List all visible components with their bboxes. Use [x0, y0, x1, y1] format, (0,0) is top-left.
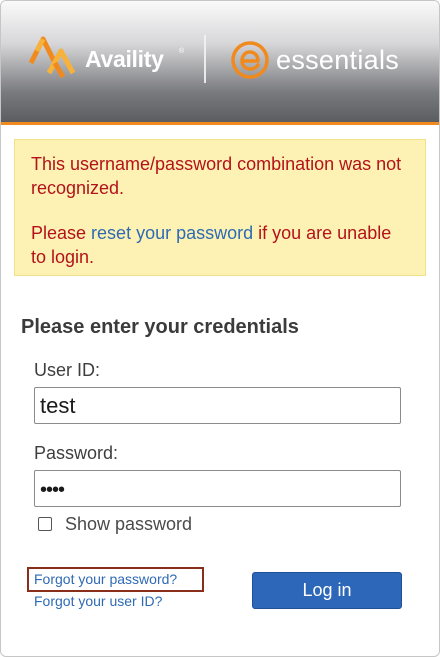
availity-brand: Availity ® — [27, 33, 185, 81]
user-id-label: User ID: — [34, 360, 101, 380]
user-id-input[interactable]: test — [34, 387, 401, 424]
forgot-user-id-link[interactable]: Forgot your user ID? — [34, 593, 162, 609]
essentials-logo-icon — [231, 41, 269, 79]
reset-instructions: Please reset your password if you are un… — [31, 221, 409, 269]
password-masked-value: •••• — [40, 479, 65, 501]
credentials-heading: Please enter your credentials — [21, 316, 299, 338]
error-message: This username/password combination was n… — [31, 154, 402, 198]
brand-header: Availity ® essentials — [1, 1, 439, 125]
brand-divider — [204, 35, 206, 83]
availity-logo-icon — [28, 36, 76, 79]
login-button[interactable]: Log in — [252, 572, 402, 609]
availity-wordmark: Availity — [85, 46, 164, 72]
reset-prefix-text: Please — [31, 223, 92, 243]
essentials-brand: essentials — [229, 39, 409, 85]
essentials-wordmark: essentials — [276, 45, 400, 75]
show-password-label: Show password — [65, 514, 193, 534]
login-panel: Availity ® essentials This username/pass… — [0, 0, 440, 657]
reset-password-link[interactable]: reset your password — [91, 223, 253, 243]
password-input[interactable]: •••• — [34, 470, 401, 507]
login-error-alert: This username/password combination was n… — [14, 139, 426, 276]
trademark-symbol: ® — [179, 48, 185, 55]
forgot-password-link[interactable]: Forgot your password? — [27, 567, 204, 592]
show-password-checkbox[interactable] — [38, 517, 52, 531]
password-label: Password: — [34, 443, 119, 463]
